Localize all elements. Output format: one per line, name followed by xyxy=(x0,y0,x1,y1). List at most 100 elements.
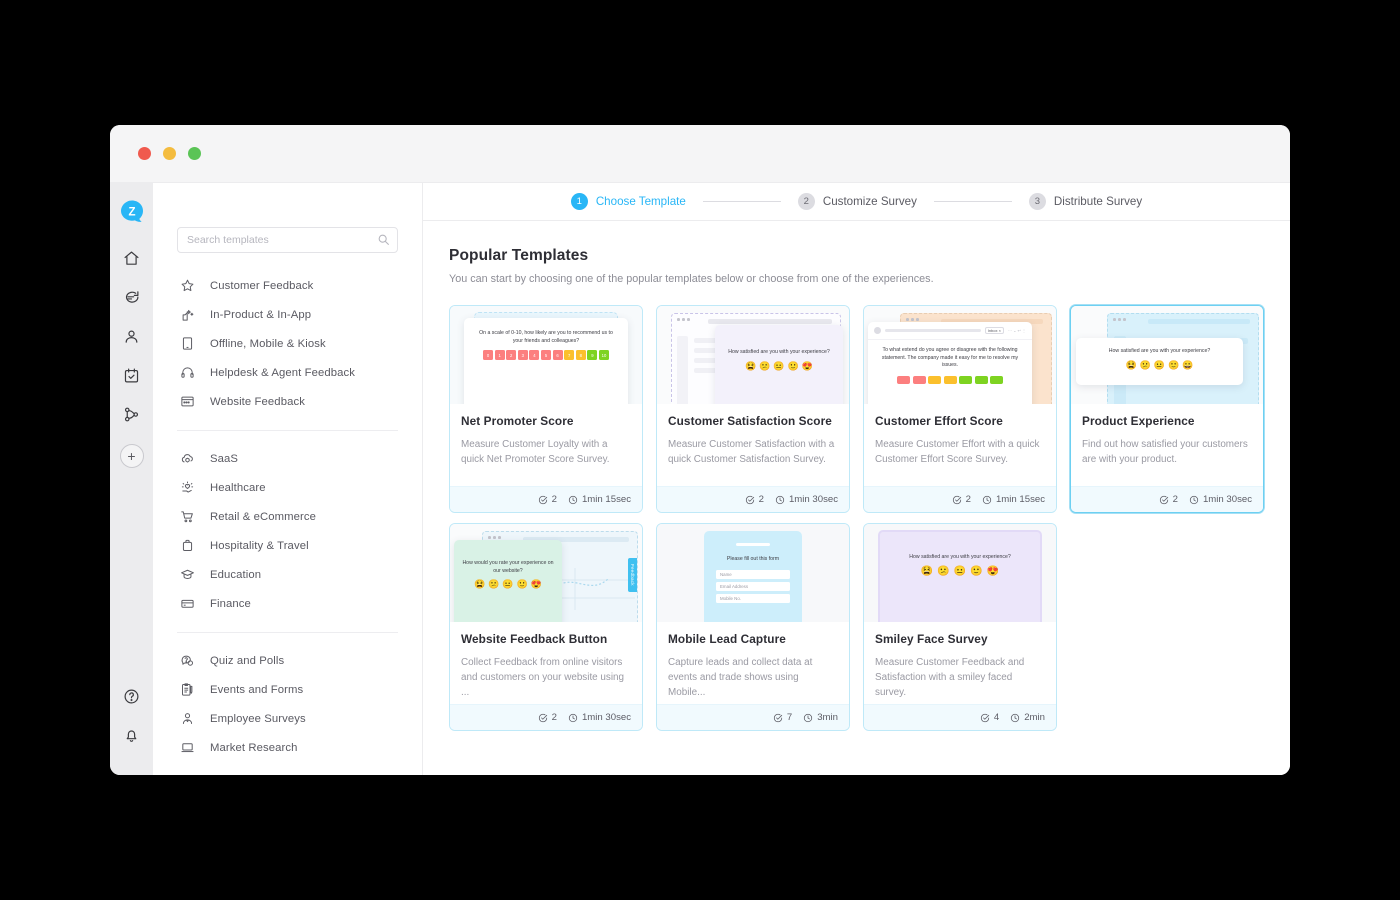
rail-bottom-group xyxy=(117,681,147,775)
step-number: 2 xyxy=(797,193,815,210)
form-field-mobile: Mobile No. xyxy=(716,594,790,604)
card-question-count: 2 xyxy=(538,494,557,505)
phone-mock: Please fill out this form Name Email Add… xyxy=(704,531,802,622)
maximize-window-button[interactable] xyxy=(188,147,201,160)
main-content: 1 Choose Template 2 Customize Survey 3 D… xyxy=(423,183,1290,775)
clock-icon xyxy=(804,713,813,722)
preview-question: To what extend do you agree or disagree … xyxy=(881,347,1019,369)
template-card-product-experience[interactable]: How satisfied are you with your experien… xyxy=(1070,305,1264,513)
card-title: Net Promoter Score xyxy=(461,414,574,428)
nav-item-offline-mobile-kiosk[interactable]: Offline, Mobile & Kiosk xyxy=(177,329,398,358)
workflow-icon[interactable] xyxy=(117,399,147,429)
card-duration: 1min 30sec xyxy=(775,494,838,505)
nav-item-label: Quiz and Polls xyxy=(210,654,285,667)
step-customize-survey[interactable]: 2 Customize Survey xyxy=(797,193,917,210)
card-body: Website Feedback Button Collect Feedback… xyxy=(450,622,642,704)
emoji-scale: 😫 😕 😐 🙂 😍 xyxy=(473,579,543,590)
card-description: Measure Customer Satisfaction with a qui… xyxy=(668,439,835,465)
close-window-button[interactable] xyxy=(138,147,151,160)
check-circle-icon xyxy=(1159,495,1168,504)
template-card-website-feedback-button[interactable]: Feedback How would you rate your experie… xyxy=(449,523,643,731)
brand-logo-icon[interactable]: Z xyxy=(119,199,145,225)
form-field-email: Email Address xyxy=(716,582,790,592)
preview-question: On a scale of 0-10, how likely are you t… xyxy=(479,330,613,344)
nav-item-website-feedback[interactable]: Website Feedback xyxy=(177,387,398,416)
template-card-mobile-lead-capture[interactable]: Please fill out this form Name Email Add… xyxy=(656,523,850,731)
nav-item-customer-feedback[interactable]: Customer Feedback xyxy=(177,271,398,300)
template-card-net-promoter-score[interactable]: On a scale of 0-10, how likely are you t… xyxy=(449,305,643,513)
notification-icon[interactable] xyxy=(117,720,147,750)
nav-item-finance[interactable]: Finance xyxy=(177,589,398,618)
card-preview: How satisfied are you with your experien… xyxy=(864,524,1056,622)
nav-item-label: Education xyxy=(210,568,262,581)
add-button[interactable]: + xyxy=(119,444,144,468)
card-duration: 1min 30sec xyxy=(568,712,631,723)
template-card-customer-satisfaction-score[interactable]: How satisfied are you with your experien… xyxy=(656,305,850,513)
nav-divider-1 xyxy=(177,430,398,431)
check-circle-icon xyxy=(980,713,990,722)
effort-scale xyxy=(877,375,1023,384)
nav-item-healthcare[interactable]: Healthcare xyxy=(177,473,398,502)
search-icon xyxy=(377,233,390,246)
app-body: Z + Search templates Customer Feedback I… xyxy=(110,183,1290,775)
step-choose-template[interactable]: 1 Choose Template xyxy=(570,193,686,210)
emoji-scale: 😫 😕 😐 🙂 😀 xyxy=(1125,359,1194,370)
card-footer: 2 1min 30sec xyxy=(657,486,849,512)
nav-item-market-research[interactable]: Market Research xyxy=(177,733,398,762)
card-duration: 1min 15sec xyxy=(568,494,631,505)
help-icon[interactable] xyxy=(117,681,147,711)
clock-icon xyxy=(1011,713,1020,722)
in-app-icon xyxy=(177,306,197,323)
template-card-smiley-face-survey[interactable]: How satisfied are you with your experien… xyxy=(863,523,1057,731)
step-distribute-survey[interactable]: 3 Distribute Survey xyxy=(1028,193,1143,210)
nav-item-label: SaaS xyxy=(210,452,239,465)
nav-item-saas[interactable]: SaaS xyxy=(177,444,398,473)
card-description: Measure Customer Effort with a quick Cus… xyxy=(875,439,1040,465)
clipboard-icon xyxy=(177,681,197,698)
card-body: Net Promoter Score Measure Customer Loya… xyxy=(450,404,642,486)
nav-item-label: Website Feedback xyxy=(210,395,305,408)
card-footer: 2 1min 30sec xyxy=(450,704,642,730)
step-label: Distribute Survey xyxy=(1053,195,1143,208)
card-preview: Feedback How would you rate your experie… xyxy=(450,524,642,622)
nav-item-retail-ecommerce[interactable]: Retail & eCommerce xyxy=(177,502,398,531)
feedback-icon[interactable] xyxy=(117,282,147,312)
page-title: Popular Templates xyxy=(449,247,589,264)
tablet-mock: How satisfied are you with your experien… xyxy=(878,530,1042,622)
card-footer: 2 1min 15sec xyxy=(450,486,642,512)
nav-item-events-and-forms[interactable]: Events and Forms xyxy=(177,675,398,704)
window-titlebar xyxy=(110,125,1290,183)
nav-item-label: Customer Feedback xyxy=(210,279,314,292)
headset-icon xyxy=(177,364,197,381)
card-duration: 1min 30sec xyxy=(1189,494,1252,505)
nav-item-label: Market Research xyxy=(210,741,298,754)
nav-item-label: Retail & eCommerce xyxy=(210,510,317,523)
nav-item-in-product-in-app[interactable]: In-Product & In-App xyxy=(177,300,398,329)
nav-item-label: In-Product & In-App xyxy=(210,308,312,321)
step-number: 1 xyxy=(570,193,588,210)
minimize-window-button[interactable] xyxy=(163,147,176,160)
contacts-icon[interactable] xyxy=(117,321,147,351)
template-card-grid: On a scale of 0-10, how likely are you t… xyxy=(449,305,1264,731)
card-duration: 2min xyxy=(1010,712,1045,723)
nav-item-helpdesk-agent-feedback[interactable]: Helpdesk & Agent Feedback xyxy=(177,358,398,387)
card-body: Mobile Lead Capture Capture leads and co… xyxy=(657,622,849,704)
template-card-customer-effort-score[interactable]: Inbox × ⋯ ⌄ ↩ ⋮ To what extend do you ag… xyxy=(863,305,1057,513)
quiz-icon xyxy=(177,652,197,669)
nav-item-hospitality-travel[interactable]: Hospitality & Travel xyxy=(177,531,398,560)
graduation-cap-icon xyxy=(177,566,197,583)
check-circle-icon xyxy=(538,713,547,722)
page-subtitle: You can start by choosing one of the pop… xyxy=(449,273,934,285)
nav-item-education[interactable]: Education xyxy=(177,560,398,589)
clock-icon xyxy=(982,495,992,504)
tasks-icon[interactable] xyxy=(117,360,147,390)
search-input[interactable] xyxy=(177,227,398,253)
card-footer: 7 3min xyxy=(657,704,849,730)
suitcase-icon xyxy=(177,537,197,554)
nav-item-quiz-and-polls[interactable]: Quiz and Polls xyxy=(177,646,398,675)
step-label: Customize Survey xyxy=(822,195,917,208)
app-window: Z + Search templates Customer Feedback I… xyxy=(110,125,1290,775)
home-icon[interactable] xyxy=(117,243,147,273)
healthcare-icon xyxy=(177,479,197,496)
nav-item-employee-surveys[interactable]: Employee Surveys xyxy=(177,704,398,733)
